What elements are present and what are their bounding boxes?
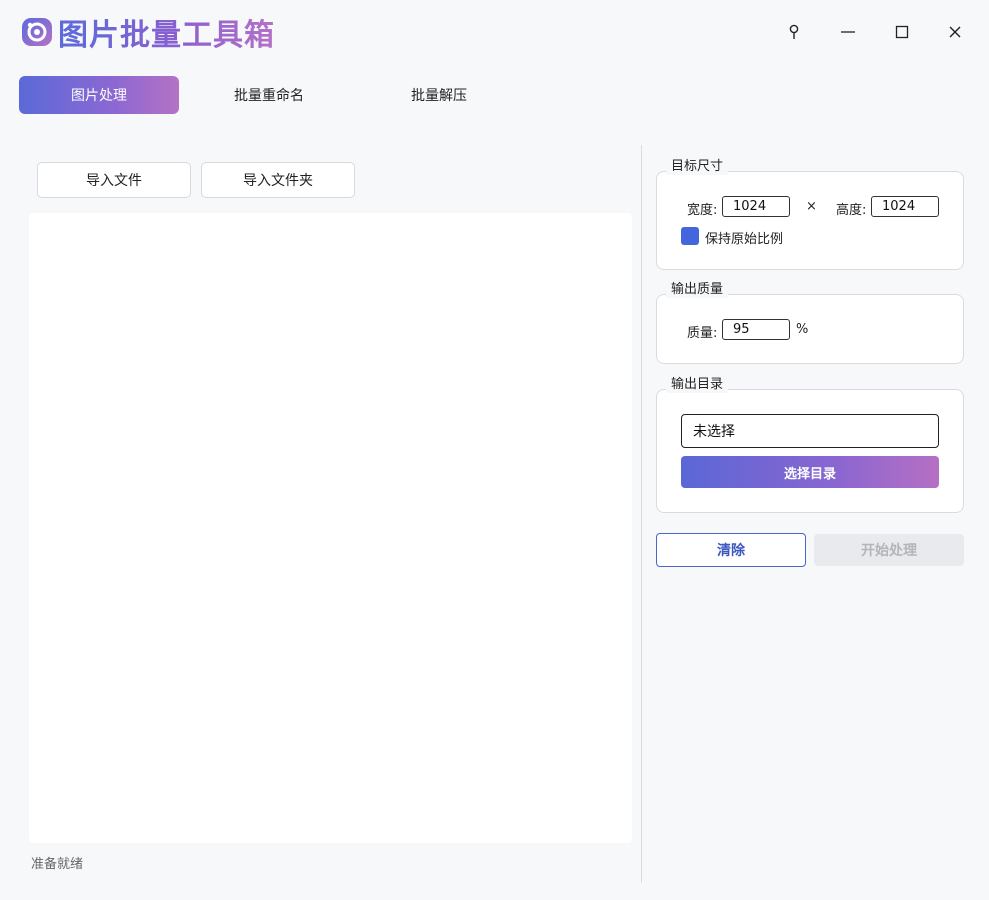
tab-label: 图片处理 [71,88,127,104]
close-button[interactable] [941,18,969,46]
choose-dir-label: 选择目录 [783,466,836,482]
output-dir-group [656,389,964,513]
height-label: 高度: [836,203,867,218]
quality-input[interactable]: 95 [722,319,790,340]
panel-divider [641,145,642,883]
choose-dir-button[interactable]: 选择目录 [681,456,939,488]
minimize-button[interactable] [834,18,862,46]
import-folder-label: 导入文件夹 [243,173,313,189]
target-size-group [656,171,964,270]
output-dir-title: 输出目录 [666,377,729,393]
quality-label: 质量: [687,326,718,341]
image-flower-icon [22,18,52,46]
keep-ratio-checkbox[interactable] [681,227,699,245]
clear-button[interactable]: 清除 [656,533,806,567]
start-processing-button[interactable]: 开始处理 [814,534,964,566]
percent-sign: % [796,322,809,337]
pin-icon [789,24,799,39]
keep-ratio-label: 保持原始比例 [705,232,784,247]
start-label: 开始处理 [861,543,917,559]
target-size-title: 目标尺寸 [666,159,729,175]
import-files-button[interactable]: 导入文件 [37,162,191,198]
pin-button[interactable] [780,18,808,46]
maximize-icon [895,25,909,39]
import-folder-button[interactable]: 导入文件夹 [201,162,355,198]
file-list-area[interactable] [29,213,632,843]
close-icon [949,26,961,38]
output-dir-field[interactable]: 未选择 [681,414,939,448]
times-sign: × [806,199,817,214]
output-dir-value: 未选择 [693,424,735,440]
output-quality-title: 输出质量 [666,282,729,298]
import-files-label: 导入文件 [86,173,142,189]
width-label: 宽度: [687,203,718,218]
app-title: 图片批量工具箱 [58,10,275,54]
tab-image-processing[interactable]: 图片处理 [19,76,179,114]
minimize-icon [841,31,855,33]
clear-label: 清除 [717,543,745,559]
tab-label: 批量重命名 [234,88,304,104]
maximize-button[interactable] [888,18,916,46]
tab-batch-rename[interactable]: 批量重命名 [189,76,349,114]
status-text: 准备就绪 [31,857,84,872]
app-logo: 图片批量工具箱 [20,10,275,54]
tab-label: 批量解压 [411,88,467,104]
width-input[interactable]: 1024 [722,196,790,217]
tab-batch-extract[interactable]: 批量解压 [359,76,519,114]
height-input[interactable]: 1024 [871,196,939,217]
